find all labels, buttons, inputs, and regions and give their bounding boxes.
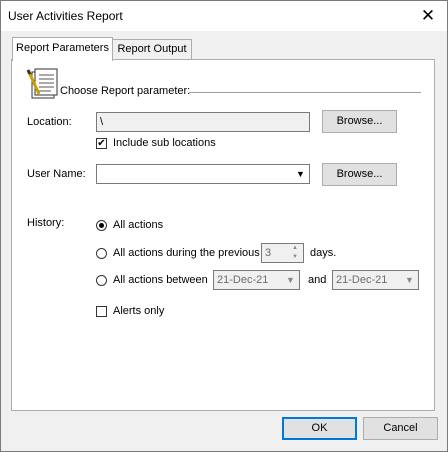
button-label: Cancel <box>383 422 418 434</box>
and-label: and <box>308 274 327 286</box>
cancel-button[interactable]: Cancel <box>363 417 438 440</box>
user-name-browse-button[interactable]: Browse... <box>322 163 397 186</box>
dialog-window: User Activities Report ✕ Report Paramete… <box>0 0 448 452</box>
window-title: User Activities Report <box>8 9 123 23</box>
previous-days-field[interactable]: 3 ▲ ▼ <box>261 243 304 263</box>
tab-label: Report Output <box>117 43 187 55</box>
alerts-only-label: Alerts only <box>113 305 165 317</box>
previous-days-value: 3 <box>265 247 272 259</box>
chevron-down-icon[interactable]: ▼ <box>293 166 308 182</box>
history-label: History: <box>27 217 65 229</box>
tab-report-parameters[interactable]: Report Parameters <box>12 37 113 61</box>
chevron-down-icon[interactable]: ▼ <box>283 272 298 288</box>
days-label: days. <box>310 247 337 259</box>
chevron-down-icon[interactable]: ▼ <box>402 272 417 288</box>
tab-label: Report Parameters <box>16 42 109 54</box>
report-parameters-panel: Choose Report parameter: Location: \ Bro… <box>11 59 435 411</box>
location-browse-button[interactable]: Browse... <box>322 110 397 133</box>
report-icon <box>26 68 58 99</box>
location-field[interactable]: \ <box>96 112 310 132</box>
include-sub-checkbox[interactable]: ✔ <box>96 138 107 149</box>
title-bar[interactable]: User Activities Report ✕ <box>1 1 447 31</box>
user-name-label: User Name: <box>27 168 86 180</box>
between-label: All actions between <box>113 274 208 286</box>
location-value: \ <box>100 116 104 128</box>
button-label: Browse... <box>336 168 383 180</box>
ok-button[interactable]: OK <box>282 417 357 440</box>
button-label: Browse... <box>336 115 383 127</box>
spin-down-icon[interactable]: ▼ <box>288 253 302 262</box>
radio-between[interactable] <box>96 275 107 286</box>
button-label: OK <box>311 422 328 434</box>
from-date-picker[interactable]: 21-Dec-21 ▼ <box>213 270 300 290</box>
tab-report-output[interactable]: Report Output <box>112 39 192 59</box>
user-name-dropdown[interactable]: ▼ <box>96 164 310 184</box>
previous-label: All actions during the previous <box>113 247 260 259</box>
days-spinner[interactable]: ▲ ▼ <box>288 244 302 262</box>
radio-all-actions[interactable] <box>96 220 107 231</box>
spin-up-icon[interactable]: ▲ <box>288 244 302 253</box>
section-title: Choose Report parameter: <box>60 85 191 97</box>
section-divider <box>189 92 421 93</box>
location-label: Location: <box>27 116 72 128</box>
all-actions-label: All actions <box>113 219 164 231</box>
include-sub-label: Include sub locations <box>113 137 216 149</box>
alerts-only-checkbox[interactable] <box>96 306 107 317</box>
radio-previous-days[interactable] <box>96 248 107 259</box>
from-date-value: 21-Dec-21 <box>217 274 269 286</box>
to-date-picker[interactable]: 21-Dec-21 ▼ <box>332 270 419 290</box>
close-icon[interactable]: ✕ <box>416 5 440 27</box>
to-date-value: 21-Dec-21 <box>336 274 388 286</box>
